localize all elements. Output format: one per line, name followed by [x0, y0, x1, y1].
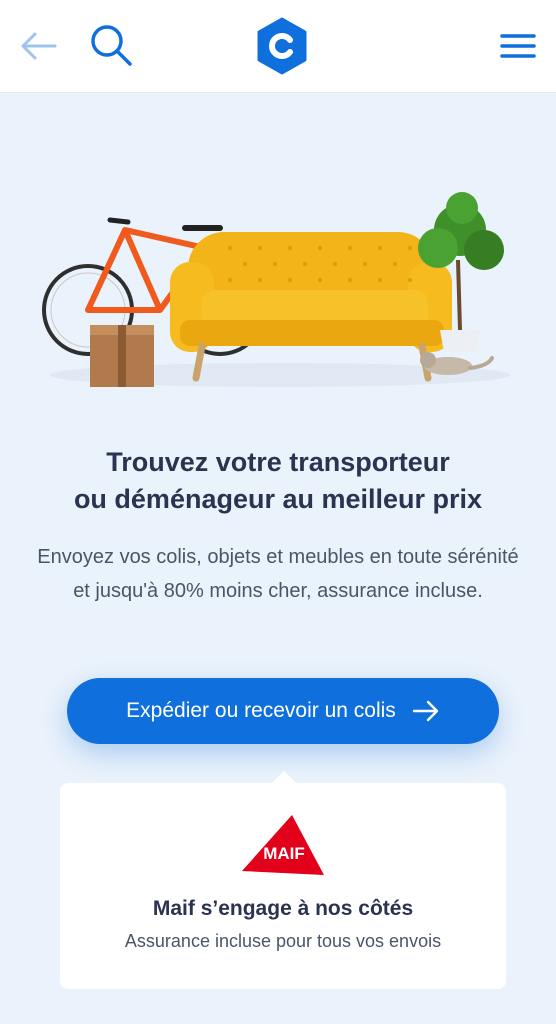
yellow-sofa-illustration: [170, 232, 452, 382]
cardboard-box-illustration: [90, 325, 154, 387]
ship-or-receive-button[interactable]: Expédier ou recevoir un colis: [67, 678, 499, 744]
hexagon-logo-icon: [257, 17, 307, 75]
hero-description: Envoyez vos colis, objets et meubles en …: [37, 546, 519, 602]
top-bar: [0, 0, 556, 93]
arrow-right-icon: [412, 700, 439, 722]
card-pointer: [272, 771, 296, 783]
home-logo[interactable]: [254, 16, 310, 76]
maif-logo: MAIF: [242, 813, 326, 877]
arrow-left-icon: [21, 32, 57, 60]
maif-logo-text: MAIF: [263, 844, 305, 863]
menu-button[interactable]: [496, 26, 540, 66]
headline-line-2: ou déménageur au meilleur prix: [73, 484, 483, 514]
hero-illustration: [42, 192, 510, 387]
search-button[interactable]: [86, 20, 136, 70]
insurance-title: Maif s’engage à nos côtés: [152, 897, 414, 920]
insurance-subtitle: Assurance incluse pour tous vos envois: [124, 931, 442, 951]
search-icon: [91, 25, 132, 66]
cta-label: Expédier ou recevoir un colis: [126, 699, 396, 722]
insurance-card: MAIF Maif s’engage à nos côtés Assurance…: [60, 771, 506, 989]
back-button[interactable]: [18, 26, 58, 66]
hamburger-menu-icon: [500, 34, 536, 58]
page-title: Trouvez votre transporteur ou déménageur…: [20, 444, 536, 518]
headline-line-1: Trouvez votre transporteur: [106, 447, 450, 477]
